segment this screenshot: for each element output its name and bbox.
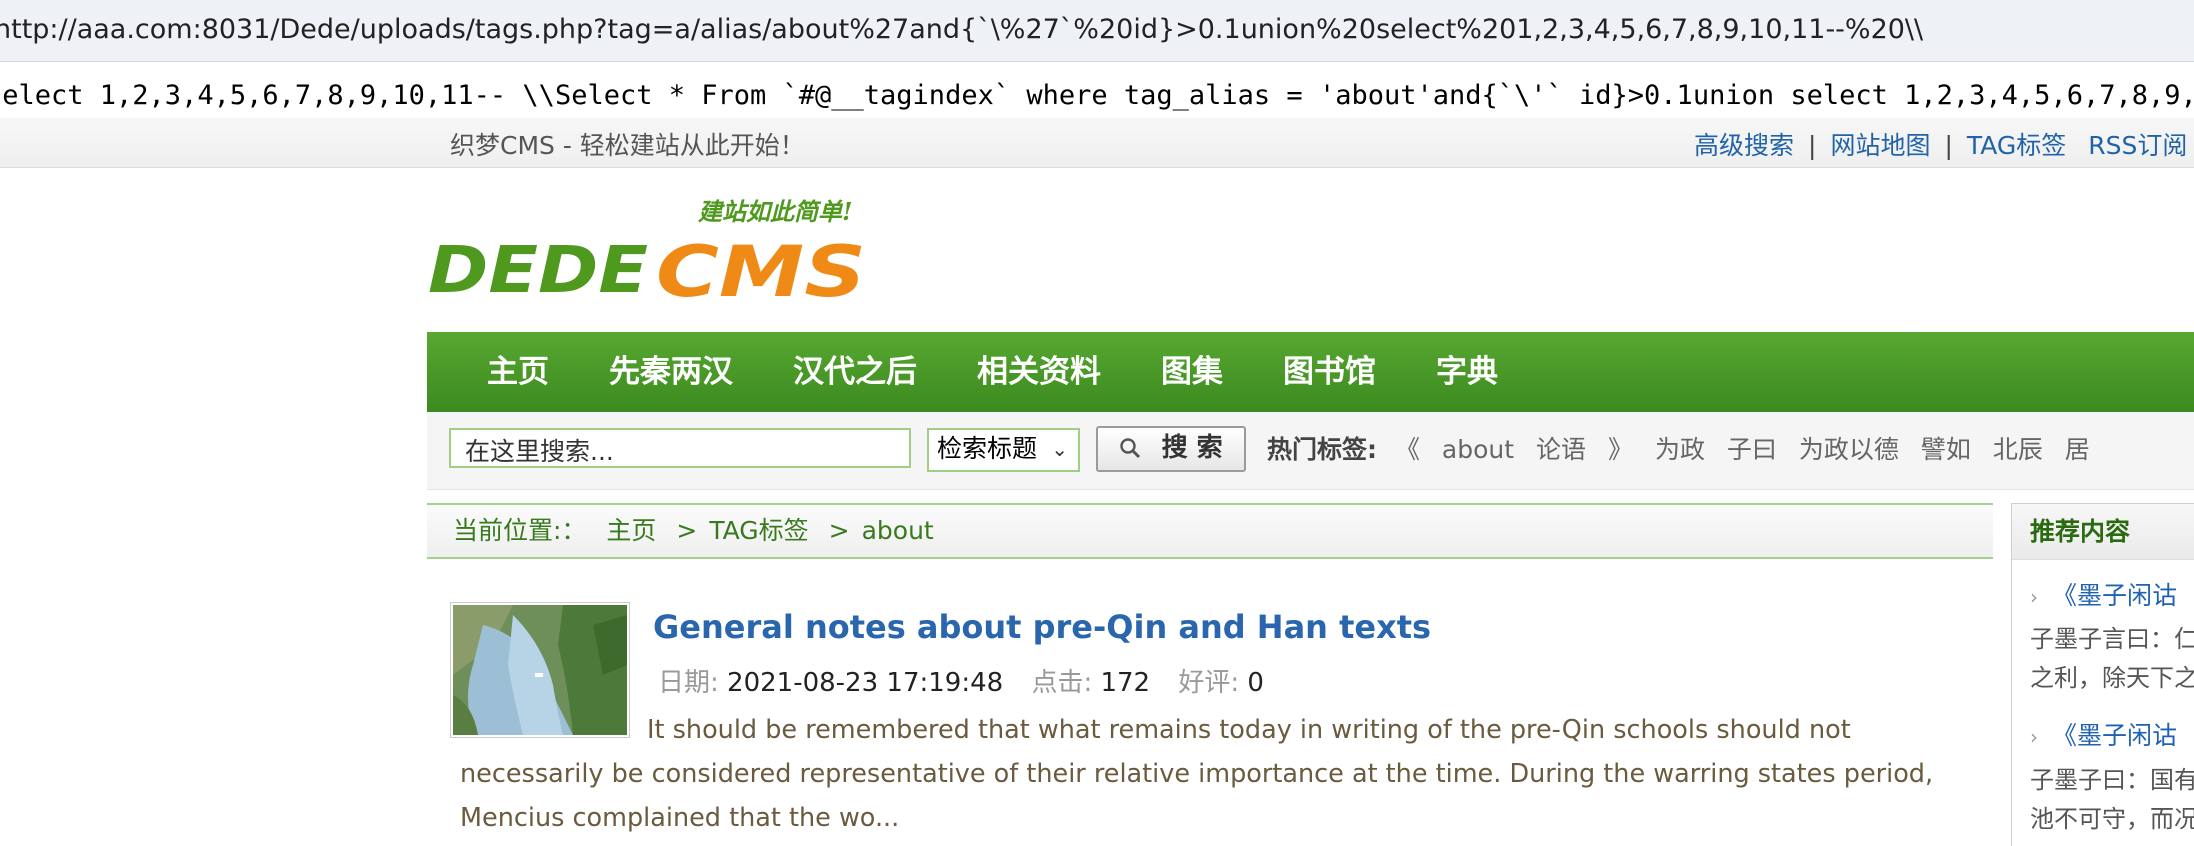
site-slogan: 织梦CMS - 轻松建站从此开始！ — [450, 131, 805, 160]
sidebar-title: 推荐内容 — [2012, 504, 2194, 560]
article-meta: 日期: 2021-08-23 17:19:48 点击: 172 好评: 0 — [658, 662, 1284, 699]
breadcrumb-item-home[interactable]: 主页 — [606, 516, 656, 545]
hot-tag[interactable]: 为政 — [1655, 435, 1705, 464]
sidebar-recommended: 推荐内容 › 《墨子闲诂 子墨子言曰：仁 之利，除天下之 › 《墨子闲诂 子墨子曰：… — [2011, 503, 2194, 846]
search-icon — [1119, 433, 1149, 463]
site-logo[interactable]: 建站如此简单! DEDE CMS — [428, 190, 898, 320]
nav-item-home[interactable]: 主页 — [427, 332, 579, 412]
hot-tag[interactable]: 》 — [1608, 435, 1633, 464]
sidebar-item-title[interactable]: 《墨子闲诂 — [2052, 721, 2177, 750]
rating-label: 好评: — [1178, 668, 1240, 698]
breadcrumb-prefix: 当前位置:： — [453, 516, 587, 545]
nav-item-pre-qin[interactable]: 先秦两汉 — [579, 332, 763, 412]
hot-tag[interactable]: 北辰 — [1993, 435, 2043, 464]
breadcrumb-item-current: about — [861, 516, 934, 545]
hot-tag[interactable]: 居 — [2065, 435, 2090, 464]
main-nav: 主页 先秦两汉 汉代之后 相关资料 图集 图书馆 字典 — [427, 332, 2194, 412]
breadcrumb-separator: > — [676, 516, 698, 545]
top-link-tags[interactable]: TAG标签 — [1967, 131, 2066, 160]
breadcrumb-item-tags[interactable]: TAG标签 — [709, 516, 808, 545]
chevron-right-icon: › — [2030, 725, 2038, 749]
search-button-label: 搜 索 — [1161, 433, 1223, 463]
svg-text:DEDE: DEDE — [428, 234, 648, 308]
nav-item-dictionary[interactable]: 字典 — [1406, 332, 1528, 412]
logo-tagline: 建站如此简单! — [697, 197, 853, 226]
hot-tags-label: 热门标签: — [1267, 435, 1377, 464]
top-links: 高级搜索 | 网站地图 | TAG标签 RSS订阅 — [1694, 126, 2187, 162]
search-type-value: 检索标题 — [937, 434, 1038, 463]
top-link-rss[interactable]: RSS订阅 — [2088, 131, 2187, 160]
browser-url-bar[interactable]: http://aaa.com:8031/Dede/uploads/tags.ph… — [0, 0, 2194, 62]
article-date: 2021-08-23 17:19:48 — [727, 668, 1004, 698]
divider: | — [1944, 131, 1953, 160]
date-label: 日期: — [658, 668, 719, 698]
nav-item-gallery[interactable]: 图集 — [1131, 332, 1253, 412]
hot-tags: 热门标签: 《 about 论语 》 为政 子曰 为政以德 譬如 北辰 居 — [1267, 430, 2104, 470]
site-topbar: 织梦CMS - 轻松建站从此开始！ 高级搜索 | 网站地图 | TAG标签 RSS订阅 — [0, 118, 2194, 168]
chevron-down-icon: ⌄ — [1051, 437, 1068, 461]
hot-tag[interactable]: 论语 — [1536, 435, 1586, 464]
sidebar-item-desc: 子墨子曰：国有 — [2030, 766, 2194, 794]
article-rating: 0 — [1247, 668, 1264, 698]
chevron-right-icon: › — [2030, 585, 2038, 609]
hot-tag[interactable]: 为政以德 — [1799, 435, 1899, 464]
top-link-advanced-search[interactable]: 高级搜索 — [1694, 131, 1794, 160]
article-description: It should be remembered that what remain… — [460, 715, 1934, 833]
nav-item-resources[interactable]: 相关资料 — [947, 332, 1131, 412]
dedecms-logo-graphic: 建站如此简单! DEDE CMS — [428, 197, 866, 313]
clicks-label: 点击: — [1031, 668, 1093, 698]
article-title[interactable]: General notes about pre-Qin and Han text… — [653, 608, 1431, 646]
hot-tag[interactable]: 《 — [1395, 435, 1420, 464]
search-type-select[interactable]: 检索标题 ⌄ — [927, 428, 1080, 472]
url-text[interactable]: http://aaa.com:8031/Dede/uploads/tags.ph… — [0, 14, 1923, 45]
nav-item-post-han[interactable]: 汉代之后 — [763, 332, 947, 412]
svg-text:CMS: CMS — [656, 231, 866, 313]
sidebar-item-desc: 池不可守，而况 — [2030, 805, 2194, 833]
breadcrumb: 当前位置:： 主页 > TAG标签 > about — [427, 503, 1993, 559]
search-input[interactable]: 在这里搜索... — [449, 428, 911, 468]
sidebar-item-desc: 之利，除天下之 — [2030, 664, 2194, 692]
article-clicks: 172 — [1100, 668, 1151, 698]
sidebar-item-link[interactable]: › 《墨子闲诂 — [2030, 576, 2177, 612]
top-link-sitemap[interactable]: 网站地图 — [1830, 131, 1930, 160]
search-bar: 在这里搜索... 检索标题 ⌄ 搜 索 热门标签: 《 about 论语 》 为… — [427, 412, 2194, 490]
sql-debug-output: select 1,2,3,4,5,6,7,8,9,10,11-- \\Selec… — [0, 76, 2194, 116]
sql-debug-text: select 1,2,3,4,5,6,7,8,9,10,11-- \\Selec… — [0, 80, 2194, 111]
sidebar-item-desc: 子墨子言曰：仁 — [2030, 625, 2194, 653]
nav-item-library[interactable]: 图书馆 — [1253, 332, 1406, 412]
breadcrumb-separator: > — [828, 516, 850, 545]
hot-tag[interactable]: 譬如 — [1921, 435, 1971, 464]
hot-tag[interactable]: about — [1442, 435, 1514, 464]
sidebar-item-title[interactable]: 《墨子闲诂 — [2052, 581, 2177, 610]
divider: | — [1808, 131, 1817, 160]
sidebar-item-link[interactable]: › 《墨子闲诂 — [2030, 716, 2177, 752]
search-button[interactable]: 搜 索 — [1096, 426, 1246, 472]
hot-tag[interactable]: 子曰 — [1727, 435, 1777, 464]
